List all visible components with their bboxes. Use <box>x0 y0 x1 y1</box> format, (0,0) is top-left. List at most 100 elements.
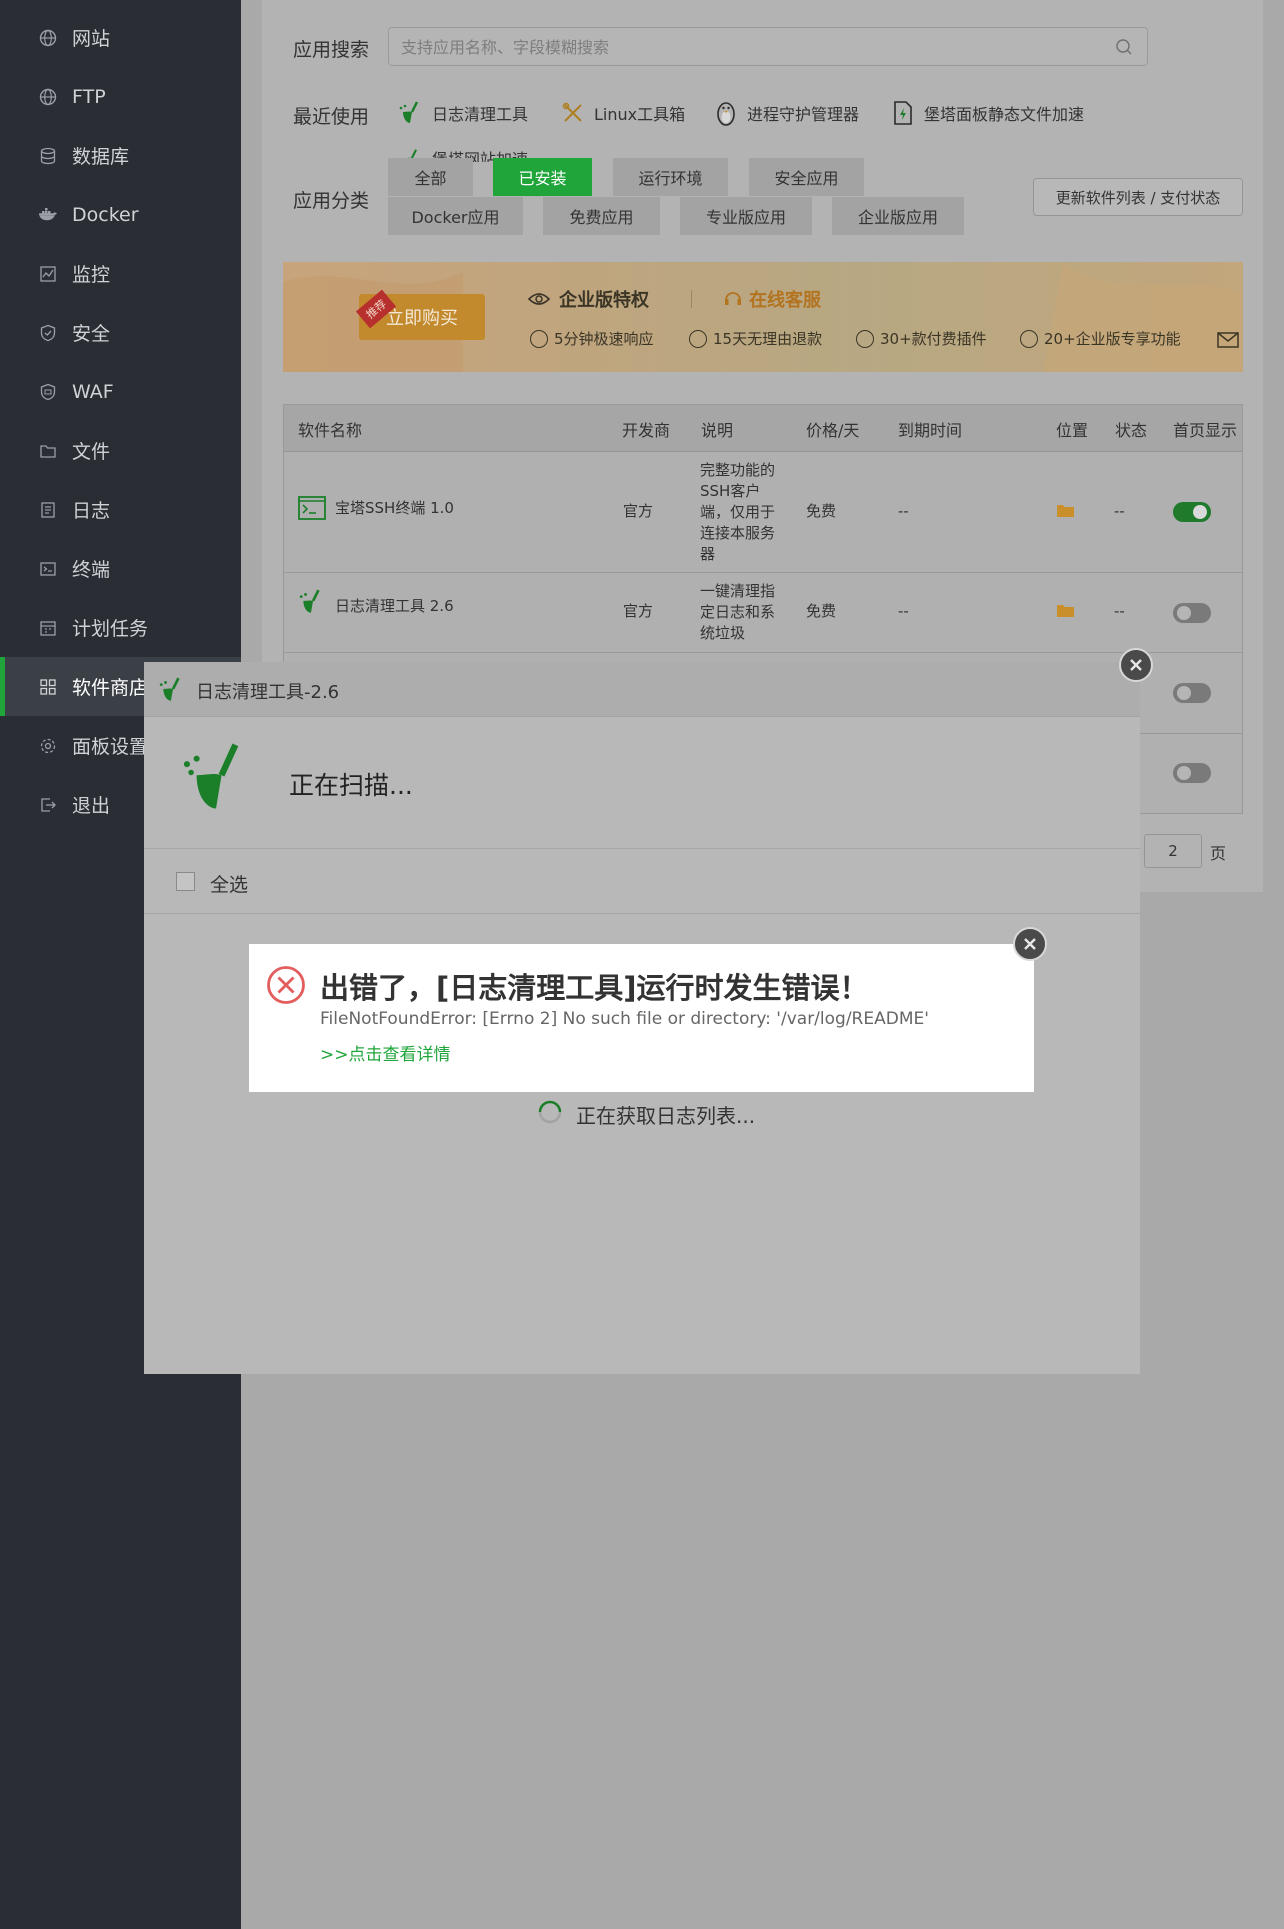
select-all-checkbox[interactable] <box>176 872 195 891</box>
category-docker[interactable]: Docker应用 <box>388 197 523 235</box>
category-installed[interactable]: 已安装 <box>493 158 592 196</box>
sidebar-item-terminal[interactable]: 终端 <box>0 539 241 598</box>
dialog-close-button[interactable] <box>1119 648 1153 682</box>
folder-open-icon[interactable] <box>1056 603 1076 619</box>
sidebar-item-security[interactable]: 安全 <box>0 303 241 362</box>
sidebar-item-files[interactable]: 文件 <box>0 421 241 480</box>
sidebar-item-label: 面板设置 <box>72 736 149 758</box>
folder-open-icon[interactable] <box>1056 503 1076 519</box>
col-name: 软件名称 <box>298 420 363 440</box>
mail-icon[interactable] <box>1217 332 1239 348</box>
recent-item-log-cleaner[interactable]: 日志清理工具 <box>398 100 528 126</box>
logout-icon <box>38 795 58 815</box>
log-icon <box>38 500 58 520</box>
diamond-icon <box>1020 329 1038 348</box>
sidebar-item-label: 计划任务 <box>72 618 149 640</box>
category-pro[interactable]: 专业版应用 <box>680 197 812 235</box>
feature-label: 20+企业版专享功能 <box>1044 330 1181 348</box>
col-price: 价格/天 <box>806 420 860 440</box>
app-name[interactable]: 宝塔SSH终端 1.0 <box>335 498 454 519</box>
recent-item-label: 日志清理工具 <box>432 105 529 124</box>
error-circle-icon <box>267 966 305 1004</box>
select-all-label: 全选 <box>210 874 249 896</box>
docker-icon <box>38 205 58 225</box>
sidebar-item-cron[interactable]: 计划任务 <box>0 598 241 657</box>
recent-item-linux-toolbox[interactable]: Linux工具箱 <box>560 100 685 126</box>
feature-exclusive: 20+企业版专享功能 <box>1020 328 1181 349</box>
online-service-link[interactable]: 在线客服 <box>723 286 821 312</box>
app-description: 完整功能的 SSH客户 端，仅用于 连接本服务器 <box>700 461 776 563</box>
category-runtime[interactable]: 运行环境 <box>613 158 728 196</box>
home-display-toggle[interactable] <box>1173 502 1211 522</box>
feature-refund: 15天无理由退款 <box>689 328 822 349</box>
close-icon <box>1024 938 1036 950</box>
folder-icon <box>38 441 58 461</box>
buy-now-label: 立即购买 <box>386 308 458 329</box>
sidebar-item-docker[interactable]: Docker <box>0 185 241 244</box>
app-expire: -- <box>898 602 909 620</box>
recent-item-static-accel[interactable]: 堡塔面板静态文件加速 <box>890 100 1084 126</box>
buy-now-button[interactable]: 立即购买 推荐 <box>355 289 485 340</box>
home-display-toggle[interactable] <box>1173 683 1211 703</box>
error-detail-text: FileNotFoundError: [Errno 2] No such fil… <box>320 1009 929 1029</box>
search-label: 应用搜索 <box>293 39 370 61</box>
terminal-icon <box>38 559 58 579</box>
sidebar-item-website[interactable]: 网站 <box>0 8 241 67</box>
error-details-link[interactable]: >>点击查看详情 <box>320 1040 451 1065</box>
penguin-icon <box>713 100 739 126</box>
sidebar-item-monitor[interactable]: 监控 <box>0 244 241 303</box>
feature-label: 15天无理由退款 <box>713 330 823 348</box>
sidebar-item-label: WAF <box>72 380 114 403</box>
category-all[interactable]: 全部 <box>388 158 473 196</box>
online-service-label: 在线客服 <box>749 290 821 311</box>
sidebar-item-label: 数据库 <box>72 146 130 168</box>
sidebar-item-logs[interactable]: 日志 <box>0 480 241 539</box>
col-status: 状态 <box>1115 420 1148 440</box>
table-header <box>284 405 1242 452</box>
home-display-toggle[interactable] <box>1173 763 1211 783</box>
category-free[interactable]: 免费应用 <box>543 197 660 235</box>
sidebar-item-waf[interactable]: WAF <box>0 362 241 421</box>
app-description: 一键清理指 定日志和系 统垃圾 <box>700 582 776 642</box>
terminal-app-icon <box>298 496 326 520</box>
search-input[interactable] <box>401 36 1101 58</box>
col-home-display: 首页显示 <box>1173 420 1238 440</box>
error-title: 出错了，[日志清理工具]运行时发生错误！ <box>320 971 869 1005</box>
app-status: -- <box>1114 502 1125 520</box>
broom-large-icon <box>183 743 239 809</box>
close-icon <box>1130 659 1142 671</box>
plugin-icon <box>856 329 874 348</box>
sidebar-item-label: 终端 <box>72 559 111 581</box>
broom-icon <box>159 677 180 701</box>
ftp-globe-icon <box>38 87 58 107</box>
diamond-eye-icon <box>527 293 551 305</box>
search-icon[interactable] <box>1115 38 1133 60</box>
monitor-icon <box>38 264 58 284</box>
grid-icon <box>38 677 58 697</box>
recent-label: 最近使用 <box>293 106 370 128</box>
loading-spinner-icon <box>538 1100 562 1124</box>
update-list-button[interactable]: 更新软件列表 / 支付状态 <box>1033 178 1243 216</box>
recent-item-label: 堡塔面板静态文件加速 <box>924 105 1085 124</box>
dialog-header: 日志清理工具-2.6 <box>144 662 1140 717</box>
recent-item-process-guard[interactable]: 进程守护管理器 <box>713 100 859 126</box>
enterprise-privilege-title: 企业版特权 <box>527 286 649 312</box>
category-security[interactable]: 安全应用 <box>749 158 864 196</box>
home-display-toggle[interactable] <box>1173 603 1211 623</box>
sidebar-item-database[interactable]: 数据库 <box>0 126 241 185</box>
database-icon <box>38 146 58 166</box>
app-expire: -- <box>898 502 909 520</box>
page-input[interactable]: 2 <box>1144 834 1202 868</box>
sidebar-item-label: Docker <box>72 203 139 226</box>
tools-icon <box>560 100 586 126</box>
refund-icon <box>689 329 707 348</box>
sidebar-item-label: FTP <box>72 85 106 108</box>
page-unit: 页 <box>1210 844 1227 863</box>
sidebar-item-label: 软件商店 <box>72 677 149 699</box>
sidebar-item-ftp[interactable]: FTP <box>0 67 241 126</box>
app-name[interactable]: 日志清理工具 2.6 <box>335 596 454 617</box>
error-close-button[interactable] <box>1013 927 1047 961</box>
category-enterprise[interactable]: 企业版应用 <box>832 197 964 235</box>
search-field[interactable] <box>388 27 1148 66</box>
promo-banner: 立即购买 推荐 企业版特权 在线客服 5分钟极速响应 15天无理由退款 30+款… <box>283 262 1243 372</box>
